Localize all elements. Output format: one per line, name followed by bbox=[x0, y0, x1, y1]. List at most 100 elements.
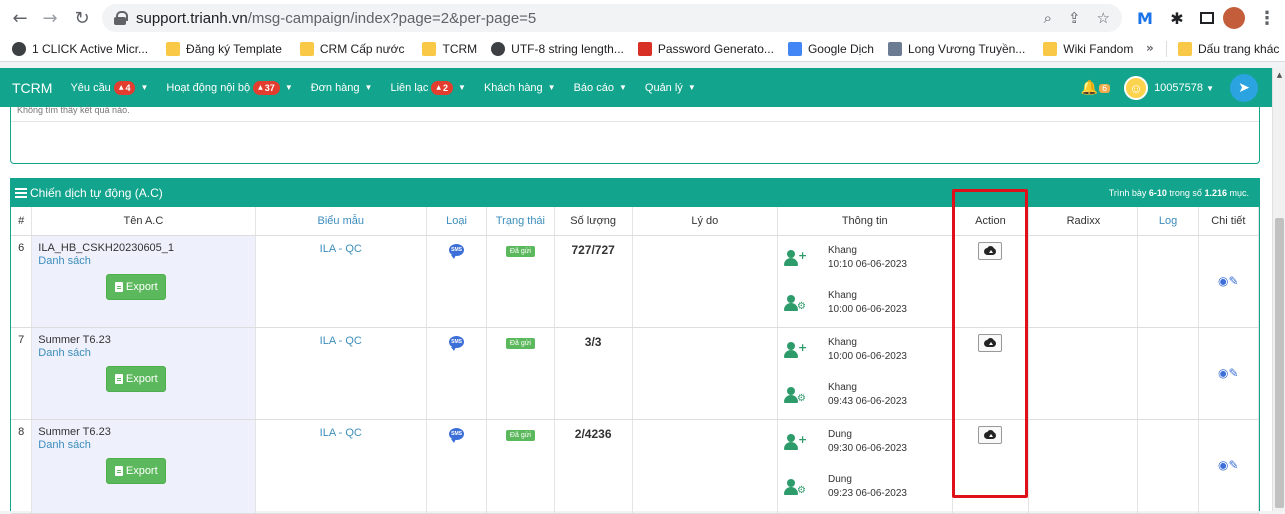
column-header: Thông tin bbox=[777, 207, 953, 236]
row-number: 6 bbox=[11, 235, 33, 328]
bookmark-item[interactable]: Đăng ký Template bbox=[166, 41, 282, 56]
column-header: Lý do bbox=[632, 207, 779, 236]
bookmarks-bar: 1 CLICK Active Micr... Đăng ký Template … bbox=[0, 36, 1285, 62]
radixx-cell bbox=[1028, 419, 1139, 514]
bookmark-item[interactable]: UTF-8 string length... bbox=[491, 41, 624, 56]
log-cell bbox=[1137, 327, 1199, 420]
form-link[interactable]: ILA - QC bbox=[255, 419, 427, 514]
export-button[interactable]: Export bbox=[106, 365, 167, 392]
bookmark-item[interactable]: TCRM bbox=[422, 41, 477, 56]
page-scrollbar[interactable]: ▲ bbox=[1272, 68, 1285, 511]
column-header-sortable[interactable]: Biểu mẫu bbox=[255, 207, 427, 236]
cloud-upload-button[interactable] bbox=[978, 333, 1003, 352]
cloud-upload-button[interactable] bbox=[978, 241, 1003, 260]
file-icon bbox=[114, 281, 123, 292]
bookmark-item[interactable]: Wiki Fandom bbox=[1043, 41, 1133, 56]
back-arrow-icon[interactable]: ← bbox=[8, 6, 32, 30]
menu-khach-hang[interactable]: Khách hàng ▼ bbox=[484, 82, 556, 94]
side-panel-icon[interactable] bbox=[1196, 7, 1218, 29]
zoom-icon[interactable]: ⌕ bbox=[1044, 9, 1052, 27]
list-link[interactable]: Danh sách bbox=[38, 439, 248, 451]
row-number: 7 bbox=[11, 327, 33, 420]
forward-arrow-icon[interactable]: → bbox=[38, 6, 62, 30]
user-menu[interactable]: 10057578 ▼ bbox=[1154, 82, 1214, 94]
notification-badge: 4 bbox=[113, 80, 136, 95]
list-link[interactable]: Danh sách bbox=[38, 255, 248, 267]
scroll-up-arrow-icon[interactable]: ▲ bbox=[1273, 68, 1285, 82]
created-info: + Dung 09:30 06-06-2023 bbox=[784, 428, 907, 456]
folder-icon bbox=[299, 41, 314, 56]
created-by: Khang bbox=[828, 244, 857, 256]
row-number: 8 bbox=[11, 419, 33, 514]
eye-icon[interactable]: ◉ bbox=[1218, 274, 1228, 288]
kebab-menu-icon[interactable]: ⋮ bbox=[1256, 7, 1278, 29]
bookmark-item[interactable]: Google Dịch bbox=[787, 41, 874, 56]
password-icon bbox=[637, 41, 652, 56]
reason-cell bbox=[632, 419, 779, 514]
campaign-name-cell: Summer T6.23 Danh sách Export bbox=[31, 419, 256, 514]
brand-logo[interactable]: TCRM bbox=[12, 80, 52, 96]
star-icon[interactable]: ☆ bbox=[1097, 9, 1110, 27]
bookmark-item[interactable]: CRM Cấp nước bbox=[299, 41, 404, 56]
updated-at: 09:23 06-06-2023 bbox=[828, 487, 907, 499]
eye-icon[interactable]: ◉ bbox=[1218, 458, 1228, 472]
address-bar[interactable]: support.trianh.vn/msg-campaign/index?pag… bbox=[102, 4, 1122, 32]
extension-m-icon[interactable]: M bbox=[1134, 7, 1156, 29]
campaign-name-cell: Summer T6.23 Danh sách Export bbox=[31, 327, 256, 420]
menu-yeu-cau[interactable]: Yêu cầu4▼ bbox=[70, 80, 148, 95]
url-text: support.trianh.vn/msg-campaign/index?pag… bbox=[136, 9, 537, 27]
share-icon[interactable]: ⇪ bbox=[1068, 9, 1081, 27]
form-link[interactable]: ILA - QC bbox=[255, 327, 427, 420]
previous-panel: Không tìm thấy kết quả nào. bbox=[10, 105, 1260, 164]
menu-don-hang[interactable]: Đơn hàng ▼ bbox=[311, 82, 373, 94]
bookmark-item[interactable]: 1 CLICK Active Micr... bbox=[12, 41, 148, 56]
created-at: 10:10 06-06-2023 bbox=[828, 258, 907, 270]
pagination-summary: Trình bày 6-10 trong số 1.216 mục. bbox=[1108, 188, 1249, 198]
pencil-icon[interactable]: ✎ bbox=[1229, 366, 1239, 380]
bookmarks-overflow-button[interactable]: » bbox=[1146, 41, 1154, 55]
created-info: + Khang 10:10 06-06-2023 bbox=[784, 244, 907, 272]
user-plus-icon: + bbox=[784, 433, 807, 452]
extensions-puzzle-icon[interactable]: ✱ bbox=[1166, 7, 1188, 29]
column-header: # bbox=[11, 207, 33, 236]
telegram-icon[interactable]: ➤ bbox=[1230, 74, 1258, 102]
cloud-upload-button[interactable] bbox=[978, 425, 1003, 444]
user-plus-icon: + bbox=[784, 341, 807, 360]
eye-icon[interactable]: ◉ bbox=[1218, 366, 1228, 380]
menu-hoat-dong-noi-bo[interactable]: Hoạt động nội bộ37▼ bbox=[166, 80, 293, 95]
profile-avatar[interactable] bbox=[1223, 7, 1245, 29]
created-info: + Khang 10:00 06-06-2023 bbox=[784, 336, 907, 364]
detail-cell: ◉✎ bbox=[1198, 327, 1260, 420]
reload-icon[interactable]: ↻ bbox=[70, 6, 94, 30]
column-header: Chi tiết bbox=[1198, 207, 1260, 236]
export-button[interactable]: Export bbox=[106, 457, 167, 484]
notifications-button[interactable]: 🔔 6 bbox=[1081, 80, 1111, 96]
list-link[interactable]: Danh sách bbox=[38, 347, 248, 359]
updated-by: Khang bbox=[828, 289, 857, 301]
empty-results-text: Không tìm thấy kết quả nào. bbox=[17, 105, 130, 115]
campaign-name-cell: ILA_HB_CSKH20230605_1 Danh sách Export bbox=[31, 235, 256, 328]
notification-count: 6 bbox=[1098, 83, 1111, 93]
info-cell: + Khang 10:00 06-06-2023 ⚙ Khang 09:43 06-… bbox=[777, 327, 953, 420]
bookmark-item[interactable]: Password Generato... bbox=[637, 41, 774, 56]
menu-lien-lac[interactable]: Liên lạc2▼ bbox=[390, 80, 466, 95]
scrollbar-thumb[interactable] bbox=[1275, 218, 1284, 508]
export-button[interactable]: Export bbox=[106, 273, 167, 300]
pencil-icon[interactable]: ✎ bbox=[1229, 458, 1239, 472]
panel-header: Chiến dịch tự động (A.C) Trình bày 6-10 … bbox=[11, 179, 1259, 207]
radixx-cell bbox=[1028, 235, 1139, 328]
pencil-icon[interactable]: ✎ bbox=[1229, 274, 1239, 288]
menu-quan-ly[interactable]: Quản lý ▼ bbox=[645, 82, 696, 94]
other-bookmarks[interactable]: Dấu trang khác bbox=[1178, 36, 1279, 61]
info-cell: + Khang 10:10 06-06-2023 ⚙ Khang 10:00 06-… bbox=[777, 235, 953, 328]
bookmark-item[interactable]: Long Vương Truyền... bbox=[887, 41, 1025, 56]
app-navbar: TCRM Yêu cầu4▼ Hoạt động nội bộ37▼ Đơn h… bbox=[0, 68, 1272, 107]
column-header-sortable[interactable]: Loại bbox=[426, 207, 488, 236]
form-link[interactable]: ILA - QC bbox=[255, 235, 427, 328]
column-header-sortable[interactable]: Log bbox=[1137, 207, 1199, 236]
created-at: 10:00 06-06-2023 bbox=[828, 350, 907, 362]
menu-bao-cao[interactable]: Báo cáo ▼ bbox=[574, 82, 627, 94]
user-avatar[interactable]: ☺ bbox=[1124, 76, 1149, 100]
action-cell bbox=[952, 327, 1030, 420]
column-header-sortable[interactable]: Trạng thái bbox=[486, 207, 555, 236]
